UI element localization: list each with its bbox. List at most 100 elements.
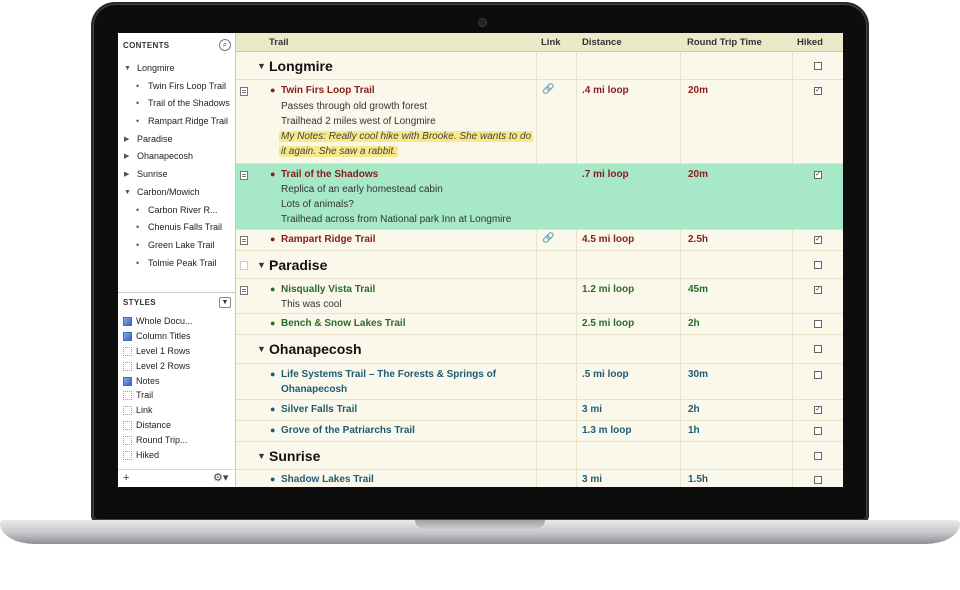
distance-value[interactable]: 4.5 mi loop xyxy=(582,234,634,245)
hiked-checkbox[interactable] xyxy=(814,427,822,435)
row-twin-firs[interactable]: ● Twin Firs Loop Trail Passes through ol… xyxy=(236,80,843,164)
add-icon[interactable]: + xyxy=(123,472,129,484)
group-title[interactable]: Ohanapecosh xyxy=(269,341,362,357)
column-header-trail[interactable]: Trail xyxy=(269,37,289,48)
distance-value[interactable]: 1.2 mi loop xyxy=(582,284,634,295)
trail-title[interactable]: Bench & Snow Lakes Trail xyxy=(281,318,405,329)
group-title[interactable]: Longmire xyxy=(269,58,333,74)
distance-value[interactable]: 3 mi xyxy=(582,404,602,415)
note-icon[interactable] xyxy=(240,171,248,180)
style-item-round-trip[interactable]: Round Trip... xyxy=(118,433,236,448)
group-title[interactable]: Sunrise xyxy=(269,448,320,464)
hiked-checkbox[interactable]: ✓ xyxy=(814,286,822,294)
sidebar-item-longmire[interactable]: ▼ Longmire xyxy=(118,60,236,78)
row-shadow-lakes[interactable]: ● Shadow Lakes Trail 3 mi 1.5h xyxy=(236,470,843,487)
time-value[interactable]: 1h xyxy=(688,425,700,436)
disclosure-open-icon[interactable]: ▼ xyxy=(257,61,266,71)
time-value[interactable]: 2.5h xyxy=(688,234,708,245)
hiked-checkbox[interactable]: ✓ xyxy=(814,87,822,95)
link-icon[interactable]: 🔗 xyxy=(542,233,554,244)
group-row-longmire[interactable]: ▼ Longmire xyxy=(236,52,843,80)
row-bench-snow-lakes[interactable]: ● Bench & Snow Lakes Trail 2.5 mi loop 2… xyxy=(236,314,843,335)
sidebar-item-tolmie-peak[interactable]: • Tolmie Peak Trail xyxy=(118,255,236,273)
time-value[interactable]: 20m xyxy=(688,85,708,96)
time-value[interactable]: 30m xyxy=(688,369,708,380)
highlighted-note[interactable]: My Notes: Really cool hike with Brooke. … xyxy=(279,131,534,142)
column-header-hiked[interactable]: Hiked xyxy=(797,37,823,48)
row-life-systems[interactable]: ● Life Systems Trail – The Forests & Spr… xyxy=(236,364,843,400)
row-silver-falls[interactable]: ● Silver Falls Trail 3 mi 2h ✓ xyxy=(236,400,843,421)
row-trail-of-shadows[interactable]: ● Trail of the Shadows Replica of an ear… xyxy=(236,164,843,230)
sidebar-item-carbon-river[interactable]: • Carbon River R... xyxy=(118,202,236,220)
time-value[interactable]: 45m xyxy=(688,284,708,295)
column-header-distance[interactable]: Distance xyxy=(582,37,622,48)
trail-note[interactable]: This was cool xyxy=(281,299,342,310)
sidebar-divider[interactable] xyxy=(118,292,236,293)
disclosure-closed-icon[interactable]: ▶ xyxy=(124,148,129,166)
group-row-paradise[interactable]: ▼ Paradise xyxy=(236,251,843,279)
sidebar-item-trail-of-shadows[interactable]: • Trail of the Shadows xyxy=(118,95,236,113)
style-item-notes[interactable]: Notes xyxy=(118,374,236,389)
style-item-distance[interactable]: Distance xyxy=(118,418,236,433)
hiked-checkbox[interactable] xyxy=(814,452,822,460)
note-icon[interactable] xyxy=(240,236,248,245)
time-value[interactable]: 1.5h xyxy=(688,474,708,485)
disclosure-open-icon[interactable]: ▼ xyxy=(257,260,266,270)
row-rampart-ridge[interactable]: ● Rampart Ridge Trail 🔗 4.5 mi loop 2.5h… xyxy=(236,230,843,251)
hiked-checkbox[interactable] xyxy=(814,476,822,484)
group-row-sunrise[interactable]: ▼ Sunrise xyxy=(236,442,843,470)
style-item-level-2-rows[interactable]: Level 2 Rows xyxy=(118,359,236,374)
trail-note[interactable]: Lots of animals? xyxy=(281,199,354,210)
trail-title[interactable]: Nisqually Vista Trail xyxy=(281,284,375,295)
trail-title[interactable]: Rampart Ridge Trail xyxy=(281,234,375,245)
hiked-checkbox[interactable] xyxy=(814,371,822,379)
sidebar-item-carbon-mowich[interactable]: ▼ Carbon/Mowich xyxy=(118,184,236,202)
trail-title[interactable]: Grove of the Patriarchs Trail xyxy=(281,425,415,436)
styles-menu-chevron-down-icon[interactable]: ▼ xyxy=(219,297,231,308)
style-item-hiked[interactable]: Hiked xyxy=(118,448,236,463)
time-value[interactable]: 2h xyxy=(688,318,700,329)
note-icon[interactable] xyxy=(240,286,248,295)
sidebar-item-sunrise[interactable]: ▶ Sunrise xyxy=(118,166,236,184)
highlighted-note[interactable]: it again. She saw a rabbit. xyxy=(279,146,399,157)
distance-value[interactable]: .7 mi loop xyxy=(582,169,629,180)
row-grove-of-patriarchs[interactable]: ● Grove of the Patriarchs Trail 1.3 m lo… xyxy=(236,421,843,442)
style-item-column-titles[interactable]: Column Titles xyxy=(118,329,236,344)
group-title[interactable]: Paradise xyxy=(269,257,327,273)
group-row-ohanapecosh[interactable]: ▼ Ohanapecosh xyxy=(236,335,843,364)
style-item-level-1-rows[interactable]: Level 1 Rows xyxy=(118,344,236,359)
row-nisqually[interactable]: ● Nisqually Vista Trail This was cool 1.… xyxy=(236,279,843,314)
gear-icon[interactable]: ⚙▾ xyxy=(213,471,228,484)
disclosure-open-icon[interactable]: ▼ xyxy=(124,184,131,202)
sidebar-item-ohanapecosh[interactable]: ▶ Ohanapecosh xyxy=(118,148,236,166)
time-value[interactable]: 20m xyxy=(688,169,708,180)
disclosure-open-icon[interactable]: ▼ xyxy=(257,344,266,354)
disclosure-closed-icon[interactable]: ▶ xyxy=(124,131,129,149)
link-icon[interactable]: 🔗 xyxy=(542,84,554,95)
disclosure-open-icon[interactable]: ▼ xyxy=(124,60,131,78)
trail-note[interactable]: Trailhead across from National park Inn … xyxy=(281,214,511,225)
distance-value[interactable]: .5 mi loop xyxy=(582,369,629,380)
search-icon[interactable]: ⌕ xyxy=(219,39,231,51)
hiked-checkbox[interactable] xyxy=(814,62,822,70)
note-icon[interactable] xyxy=(240,261,248,270)
hiked-checkbox[interactable] xyxy=(814,345,822,353)
trail-title[interactable]: Trail of the Shadows xyxy=(281,169,378,180)
sidebar-item-chenuis-falls[interactable]: • Chenuis Falls Trail xyxy=(118,219,236,237)
disclosure-open-icon[interactable]: ▼ xyxy=(257,451,266,461)
sidebar-item-green-lake[interactable]: • Green Lake Trail xyxy=(118,237,236,255)
trail-title[interactable]: Silver Falls Trail xyxy=(281,404,357,415)
trail-note[interactable]: Passes through old growth forest xyxy=(281,101,427,112)
hiked-checkbox[interactable]: ✓ xyxy=(814,236,822,244)
style-item-trail[interactable]: Trail xyxy=(118,388,236,403)
hiked-checkbox[interactable] xyxy=(814,320,822,328)
style-item-link[interactable]: Link xyxy=(118,403,236,418)
distance-value[interactable]: 2.5 mi loop xyxy=(582,318,634,329)
time-value[interactable]: 2h xyxy=(688,404,700,415)
trail-title-continued[interactable]: Ohanapecosh xyxy=(281,384,347,395)
column-header-link[interactable]: Link xyxy=(541,37,561,48)
hiked-checkbox[interactable]: ✓ xyxy=(814,171,822,179)
distance-value[interactable]: 3 mi xyxy=(582,474,602,485)
sidebar-item-rampart-ridge[interactable]: • Rampart Ridge Trail xyxy=(118,113,236,131)
sidebar-item-paradise[interactable]: ▶ Paradise xyxy=(118,131,236,149)
